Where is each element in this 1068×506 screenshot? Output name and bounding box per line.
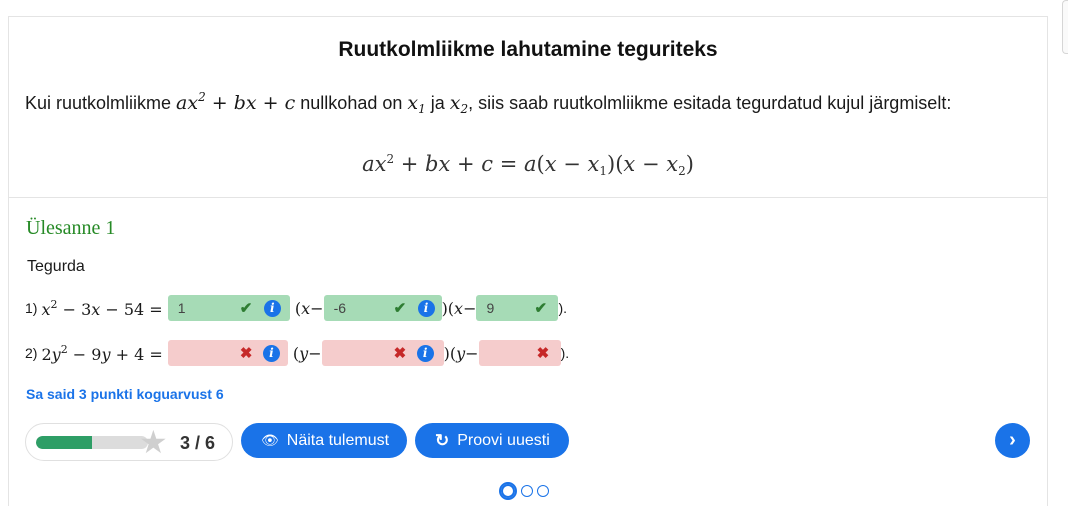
row-closing: ). [560, 345, 570, 361]
answer-field-root2[interactable]: ✖ [478, 340, 561, 366]
content-card: Ruutkolmliikme lahutamine teguriteks Kui… [8, 16, 1048, 506]
retry-icon: ↻ [435, 430, 450, 450]
pagination-dots [499, 482, 549, 500]
row-closing: ). [558, 300, 568, 316]
math-trinomial: ax2 + bx + c [176, 90, 296, 114]
intro-text-2: nullkohad on [295, 93, 408, 113]
exercise-row-1: 1) x2 − 3x − 54 = 1 ✔ i (x− -6 ✔ i )(x− … [25, 295, 567, 321]
info-icon[interactable]: i [417, 300, 435, 317]
info-icon[interactable]: i [416, 345, 434, 362]
page-dot-2[interactable] [521, 485, 533, 497]
paren-open: (y− [287, 343, 322, 363]
chevron-right-icon: › [1009, 429, 1016, 451]
exercise-title: Ülesanne 1 [26, 217, 116, 239]
page-dot-1[interactable] [499, 482, 517, 500]
intro-text-3: ja [425, 93, 450, 113]
progress-bar [36, 436, 148, 449]
progress-fraction: 3 / 6 [180, 433, 216, 453]
math-x2: x2 [449, 92, 469, 116]
cross-icon: ✖ [239, 345, 253, 362]
page-title: Ruutkolmliikme lahutamine teguriteks [338, 38, 718, 61]
score-progress: ★ 3 / 6 [25, 423, 233, 461]
score-text: Sa said 3 punkti koguarvust 6 [26, 386, 224, 402]
check-icon: ✔ [393, 300, 407, 317]
intro-paragraph: Kui ruutkolmliikme ax2 + bx + c nullkoha… [25, 85, 1015, 121]
eye-icon: 👁 [261, 432, 279, 448]
retry-button[interactable]: ↻ Proovi uuesti [415, 423, 569, 458]
intro-text-4: , siis saab ruutkolmliikme esitada tegur… [468, 93, 952, 113]
intro-section: Ruutkolmliikme lahutamine teguriteks Kui… [9, 17, 1047, 198]
row-equation: x2 − 3x − 54 = [41, 297, 168, 319]
paren-middle: )(y− [443, 343, 479, 363]
row-equation: 2y2 − 9y + 4 = [41, 342, 168, 364]
info-icon[interactable]: i [263, 300, 281, 317]
exercise-row-2: 2) 2y2 − 9y + 4 = ✖ i (y− ✖ i )(y− ✖ ). [25, 340, 569, 366]
answer-value: 1 [177, 300, 186, 316]
answer-field-a[interactable]: ✖ i [167, 340, 288, 366]
next-button[interactable]: › [995, 423, 1030, 458]
check-icon: ✔ [239, 300, 253, 317]
exercise-instruction: Tegurda [27, 258, 85, 275]
paren-middle: )(x− [441, 298, 477, 318]
row-label: 2) [25, 345, 38, 361]
check-icon: ✔ [534, 300, 548, 317]
show-result-label: Näita tulemust [286, 431, 390, 449]
math-x1: x1 [407, 92, 426, 116]
answer-value: -6 [333, 300, 347, 316]
row-label: 1) [25, 300, 38, 316]
page-dot-3[interactable] [537, 485, 549, 497]
info-icon[interactable]: i [262, 345, 280, 362]
answer-field-a[interactable]: 1 ✔ i [167, 295, 290, 321]
cross-icon: ✖ [393, 345, 407, 362]
retry-label: Proovi uuesti [457, 431, 550, 449]
answer-field-root2[interactable]: 9 ✔ [476, 295, 559, 321]
scrollbar-stub[interactable] [1062, 0, 1068, 54]
factorization-formula: ax2 + bx + c = a(x − x1)(x − x2) [362, 152, 694, 178]
paren-open: (x− [289, 298, 324, 318]
show-result-button[interactable]: 👁 Näita tulemust [241, 423, 407, 458]
answer-field-root1[interactable]: ✖ i [321, 340, 444, 366]
progress-bar-fill [36, 436, 92, 449]
answer-field-root1[interactable]: -6 ✔ i [323, 295, 442, 321]
answer-value: 9 [486, 300, 495, 316]
intro-text-1: Kui ruutkolmliikme [25, 93, 177, 113]
star-icon: ★ [139, 424, 168, 460]
cross-icon: ✖ [536, 345, 550, 362]
